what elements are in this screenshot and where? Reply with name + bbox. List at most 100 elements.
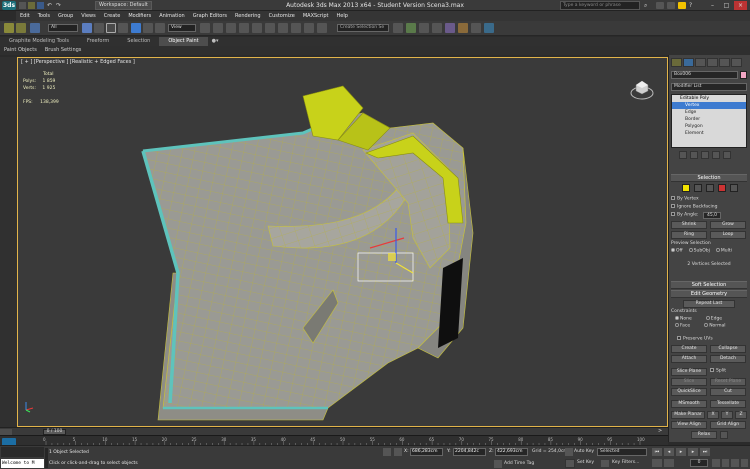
- slice-plane-button[interactable]: Slice Plane: [671, 368, 707, 376]
- layer-manager-icon[interactable]: [393, 23, 403, 33]
- workspace-dropdown[interactable]: Workspace: Default: [95, 1, 152, 10]
- render-production-icon[interactable]: [484, 23, 494, 33]
- create-button[interactable]: Create: [671, 345, 707, 353]
- go-to-start-icon[interactable]: ⏮: [652, 448, 662, 456]
- collapse-button[interactable]: Collapse: [710, 345, 746, 353]
- auto-key-button[interactable]: Auto Key: [574, 449, 594, 454]
- minimize-button[interactable]: –: [706, 1, 719, 10]
- create-tab-icon[interactable]: [671, 58, 682, 67]
- window-crossing-icon[interactable]: [118, 23, 128, 33]
- select-and-rotate-icon[interactable]: [143, 23, 153, 33]
- cut-button[interactable]: Cut: [710, 388, 746, 396]
- menu-rendering[interactable]: Rendering: [231, 11, 265, 21]
- search-icon[interactable]: ⌕: [644, 1, 652, 10]
- vertex-level-icon[interactable]: [682, 184, 690, 192]
- menu-modifiers[interactable]: Modifiers: [124, 11, 155, 21]
- save-file-icon[interactable]: [37, 2, 44, 9]
- absolute-mode-icon[interactable]: [394, 448, 402, 456]
- polygon-level-icon[interactable]: [718, 184, 726, 192]
- move-gizmo-plane[interactable]: [388, 253, 396, 261]
- tab-freeform[interactable]: Freeform: [78, 37, 118, 46]
- slice-button[interactable]: Slice: [671, 378, 707, 386]
- relax-button[interactable]: Relax: [691, 431, 717, 439]
- key-mode-toggle-icon[interactable]: [652, 459, 662, 467]
- constraint-none-radio[interactable]: None: [675, 316, 692, 323]
- utilities-tab-icon[interactable]: [731, 58, 742, 67]
- zoom-icon[interactable]: [712, 459, 720, 467]
- planar-y-button[interactable]: Y: [721, 411, 733, 419]
- zoom-all-icon[interactable]: [721, 459, 729, 467]
- menu-group[interactable]: Group: [54, 11, 77, 21]
- select-and-move-icon[interactable]: [131, 23, 141, 33]
- time-slider[interactable]: 0 / 100 >: [0, 427, 668, 435]
- constraint-edge-radio[interactable]: Edge: [705, 316, 722, 323]
- stack-item-edge[interactable]: Edge: [672, 109, 746, 116]
- menu-customize[interactable]: Customize: [265, 11, 299, 21]
- time-slider-next-icon[interactable]: >: [658, 428, 662, 434]
- tessellate-button[interactable]: Tessellate: [710, 400, 746, 408]
- stack-item-vertex[interactable]: Vertex: [672, 102, 746, 109]
- ignore-backfacing-checkbox[interactable]: Ignore Backfacing: [671, 204, 747, 211]
- quickslice-button[interactable]: QuickSlice: [671, 388, 707, 396]
- rendered-frame-window-icon[interactable]: [471, 23, 481, 33]
- open-file-icon[interactable]: [28, 2, 35, 9]
- mirror-icon[interactable]: [304, 23, 314, 33]
- perspective-viewport[interactable]: [ + ] [Perspective ] [Realistic + Edged …: [17, 57, 668, 427]
- preview-multi-radio[interactable]: Multi: [715, 248, 732, 255]
- edit-geometry-rollout-header[interactable]: Edit Geometry: [671, 290, 747, 298]
- add-time-tag-button[interactable]: Add Time Tag: [504, 461, 534, 466]
- select-and-scale-icon[interactable]: [155, 23, 165, 33]
- graphite-toggle-icon[interactable]: [406, 23, 416, 33]
- pivot-point-center-icon[interactable]: [200, 23, 210, 33]
- loop-button[interactable]: Loop: [710, 231, 746, 239]
- split-checkbox[interactable]: Split: [710, 368, 746, 376]
- attach-button[interactable]: Attach: [671, 355, 707, 363]
- angle-spinner[interactable]: 45,0: [702, 211, 721, 219]
- redo-icon[interactable]: ↷: [56, 2, 63, 9]
- render-setup-icon[interactable]: [458, 23, 468, 33]
- spinner-snap-icon[interactable]: [278, 23, 288, 33]
- shrink-button[interactable]: Shrink: [671, 221, 707, 229]
- bind-to-space-warp-icon[interactable]: [30, 23, 40, 33]
- key-filter-dropdown[interactable]: Selected: [597, 448, 647, 456]
- reference-coordinate-dropdown[interactable]: View: [168, 24, 196, 32]
- previous-frame-icon[interactable]: ◂: [664, 448, 674, 456]
- repeat-last-button[interactable]: Repeat Last: [683, 300, 735, 308]
- preview-off-radio[interactable]: Off: [671, 248, 683, 255]
- ribbon-panel-paint-objects[interactable]: Paint Objects: [0, 46, 41, 55]
- msmooth-button[interactable]: MSmooth: [671, 400, 707, 408]
- subscription-icon[interactable]: [656, 2, 664, 9]
- preserve-uvs-checkbox[interactable]: Preserve UVs: [671, 336, 747, 343]
- maximize-viewport-icon[interactable]: [740, 459, 748, 467]
- maxscript-listener-input[interactable]: Welcome to M: [1, 459, 44, 468]
- menu-create[interactable]: Create: [100, 11, 125, 21]
- material-editor-icon[interactable]: [445, 23, 455, 33]
- unlink-selection-icon[interactable]: [16, 23, 26, 33]
- planar-z-button[interactable]: Z: [735, 411, 747, 419]
- make-unique-icon[interactable]: [701, 151, 709, 159]
- time-tag-icon[interactable]: [494, 460, 502, 468]
- object-color-swatch[interactable]: [740, 71, 747, 79]
- next-frame-icon[interactable]: ▸: [688, 448, 698, 456]
- border-level-icon[interactable]: [706, 184, 714, 192]
- y-coord-field[interactable]: 2204,842c: [453, 448, 486, 456]
- viewcube-icon[interactable]: [628, 75, 656, 103]
- select-and-link-icon[interactable]: [4, 23, 14, 33]
- menu-graph-editors[interactable]: Graph Editors: [189, 11, 231, 21]
- by-angle-checkbox[interactable]: By Angle: 45,0: [671, 211, 747, 219]
- set-key-icon[interactable]: [565, 459, 575, 468]
- stack-item-polygon[interactable]: Polygon: [672, 123, 746, 130]
- selection-rollout-header[interactable]: Selection: [671, 174, 747, 182]
- undo-icon[interactable]: ↶: [47, 2, 54, 9]
- tab-object-paint[interactable]: Object Paint: [159, 37, 208, 46]
- remove-modifier-icon[interactable]: [712, 151, 720, 159]
- planar-x-button[interactable]: X: [707, 411, 719, 419]
- relax-settings-icon[interactable]: [720, 431, 728, 439]
- stack-item-element[interactable]: Element: [672, 130, 746, 137]
- constraint-normal-radio[interactable]: Normal: [704, 323, 725, 330]
- x-coord-field[interactable]: 686,283cm: [410, 448, 443, 456]
- maximize-button[interactable]: □: [720, 1, 733, 10]
- detach-button[interactable]: Detach: [710, 355, 746, 363]
- lock-selection-icon[interactable]: [383, 448, 391, 456]
- modify-tab-icon[interactable]: [683, 58, 694, 67]
